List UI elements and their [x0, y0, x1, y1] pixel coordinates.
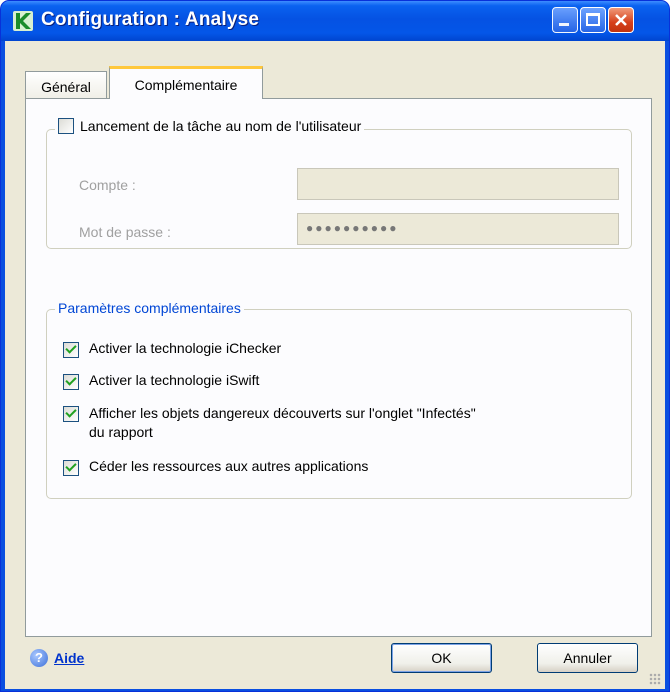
iswift-option[interactable]: Activer la technologie iSwift	[63, 372, 259, 390]
show-dangerous-checkbox[interactable]	[63, 406, 79, 422]
close-icon	[615, 14, 627, 26]
minimize-icon	[559, 23, 569, 26]
title-bar[interactable]: Configuration : Analyse	[1, 1, 669, 41]
ichecker-option[interactable]: Activer la technologie iChecker	[63, 340, 281, 358]
iswift-label: Activer la technologie iSwift	[89, 372, 260, 388]
resize-grip[interactable]	[649, 673, 661, 685]
password-label: Mot de passe :	[79, 224, 171, 240]
minimize-button[interactable]	[552, 7, 578, 33]
account-label: Compte :	[79, 177, 136, 193]
kaspersky-logo-icon	[13, 11, 33, 31]
yield-resources-label: Céder les ressources aux autres applicat…	[89, 458, 369, 474]
yield-resources-checkbox[interactable]	[63, 460, 79, 476]
maximize-icon	[586, 13, 600, 26]
tab-panel: Lancement de la tâche au nom de l'utilis…	[25, 98, 652, 637]
ichecker-checkbox[interactable]	[63, 342, 79, 358]
help-link[interactable]: ? Aide	[30, 649, 84, 667]
run-as-user-checkbox-row[interactable]: Lancement de la tâche au nom de l'utilis…	[55, 118, 365, 134]
window-title: Configuration : Analyse	[41, 9, 260, 30]
extra-settings-title: Paramètres complémentaires	[55, 300, 244, 316]
show-dangerous-label: Afficher les objets dangereux découverts…	[89, 404, 476, 442]
run-as-user-checkbox[interactable]	[58, 118, 74, 134]
ichecker-label: Activer la technologie iChecker	[89, 340, 282, 356]
cancel-button[interactable]: Annuler	[537, 643, 638, 673]
user-account-group: Lancement de la tâche au nom de l'utilis…	[46, 118, 632, 249]
show-dangerous-label-line2: du rapport	[89, 424, 153, 440]
tab-complementaire[interactable]: Complémentaire	[109, 66, 263, 99]
run-as-user-label: Lancement de la tâche au nom de l'utilis…	[80, 118, 362, 134]
ok-button[interactable]: OK	[391, 643, 492, 673]
iswift-checkbox[interactable]	[63, 374, 79, 390]
close-button[interactable]	[608, 7, 634, 33]
tab-general[interactable]: Général	[25, 71, 107, 98]
extra-settings-group: Paramètres complémentaires Activer la te…	[46, 300, 632, 499]
password-field[interactable]: ●●●●●●●●●●	[297, 213, 619, 245]
help-label[interactable]: Aide	[54, 650, 84, 666]
yield-resources-option[interactable]: Céder les ressources aux autres applicat…	[63, 458, 368, 476]
account-field[interactable]	[297, 168, 619, 200]
show-dangerous-option[interactable]: Afficher les objets dangereux découverts…	[63, 404, 476, 442]
show-dangerous-label-line1: Afficher les objets dangereux découverts…	[89, 405, 476, 421]
dialog-body: Général Complémentaire Lancement de la t…	[5, 41, 665, 689]
help-icon: ?	[30, 649, 48, 667]
maximize-button[interactable]	[580, 7, 606, 33]
dialog-window: Configuration : Analyse Général Compléme…	[0, 0, 670, 692]
